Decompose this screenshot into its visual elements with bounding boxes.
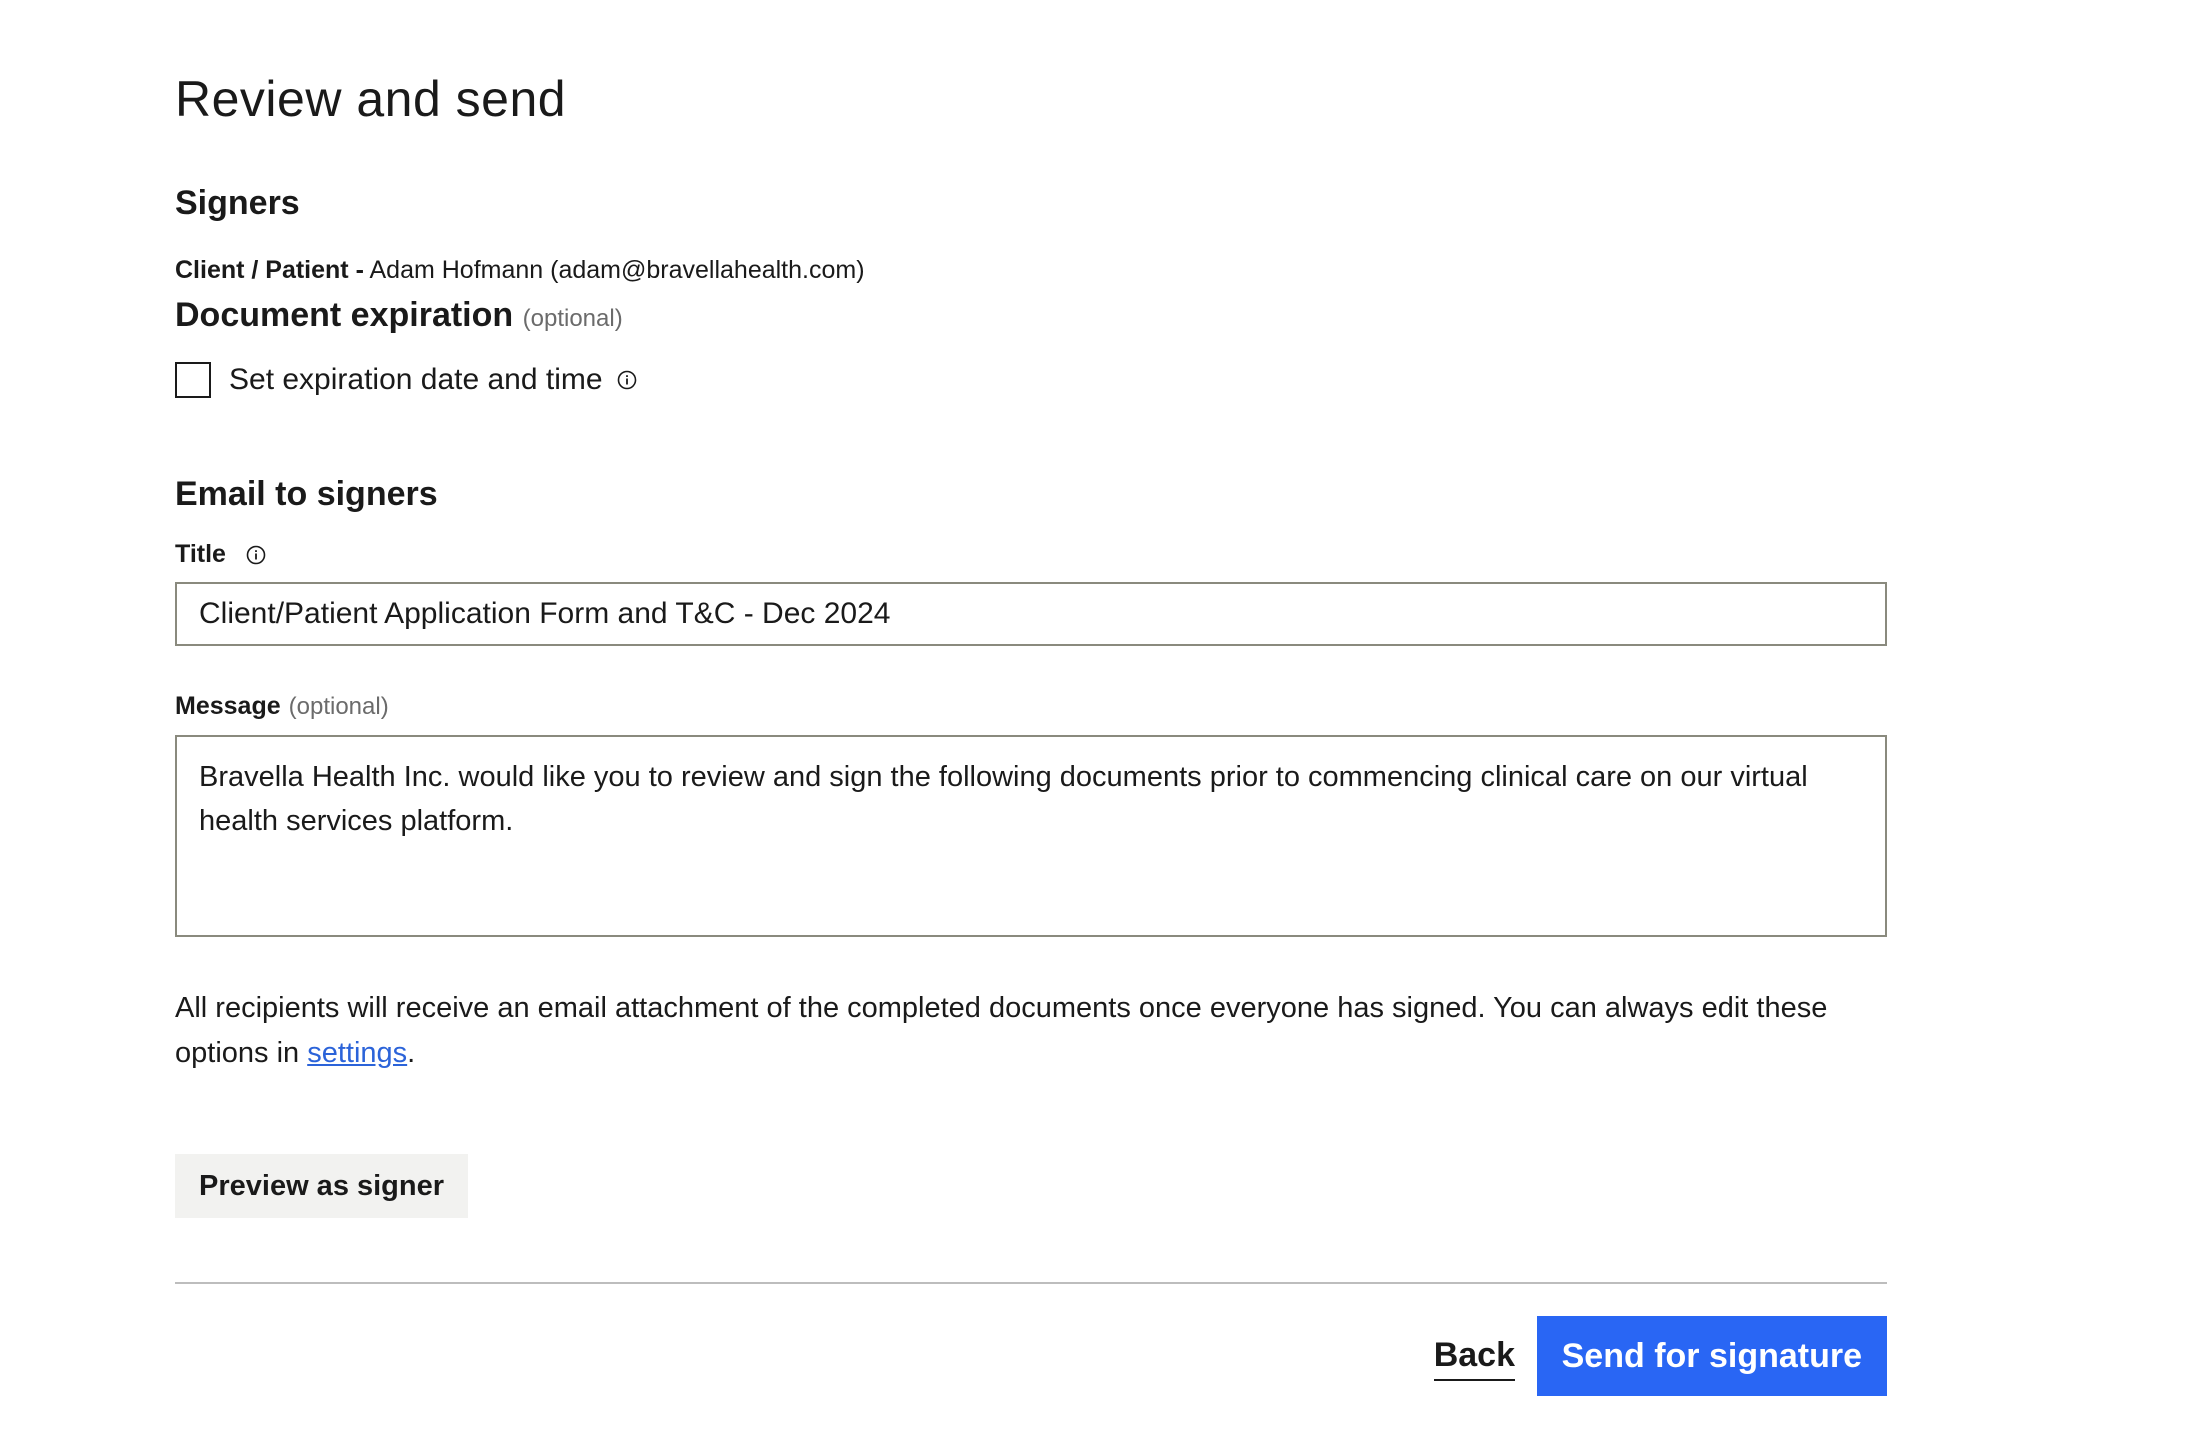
send-for-signature-button[interactable]: Send for signature [1536,1316,1887,1396]
page-title: Review and send [175,71,567,127]
email-attachment-notice: All recipients will receive an email att… [175,986,1887,1076]
back-button[interactable]: Back [1433,1336,1515,1381]
preview-as-signer-button[interactable]: Preview as signer [175,1154,469,1218]
expiration-checkbox[interactable] [175,362,211,398]
optional-tag: (optional) [288,692,389,720]
document-expiration-heading: Document expiration (optional) [175,295,623,336]
footer-divider [175,1282,1887,1284]
document-expiration-title: Document expiration [175,296,514,334]
expiration-checkbox-label[interactable]: Set expiration date and time [229,363,603,397]
notice-text: All recipients will receive an email att… [175,992,1828,1069]
optional-tag: (optional) [522,305,623,332]
signer-role: Client / Patient - [175,256,364,284]
info-icon[interactable] [246,545,266,565]
message-field-label: Message (optional) [175,692,389,721]
message-label-text: Message [175,692,281,720]
notice-text-end: . [407,1037,416,1069]
signers-heading: Signers [175,184,300,222]
email-to-signers-heading: Email to signers [175,475,438,513]
info-icon[interactable] [617,370,637,390]
signer-name-email: Adam Hofmann (adam@bravellahealth.com) [369,256,865,284]
title-label-text: Title [175,540,226,568]
email-title-input[interactable] [175,582,1887,646]
email-message-textarea[interactable]: Bravella Health Inc. would like you to r… [175,735,1887,937]
signer-row: Client / Patient - Adam Hofmann (adam@br… [175,254,865,287]
title-field-label: Title [175,540,266,569]
expiration-option-row: Set expiration date and time [175,360,637,400]
settings-link[interactable]: settings [307,1037,407,1069]
